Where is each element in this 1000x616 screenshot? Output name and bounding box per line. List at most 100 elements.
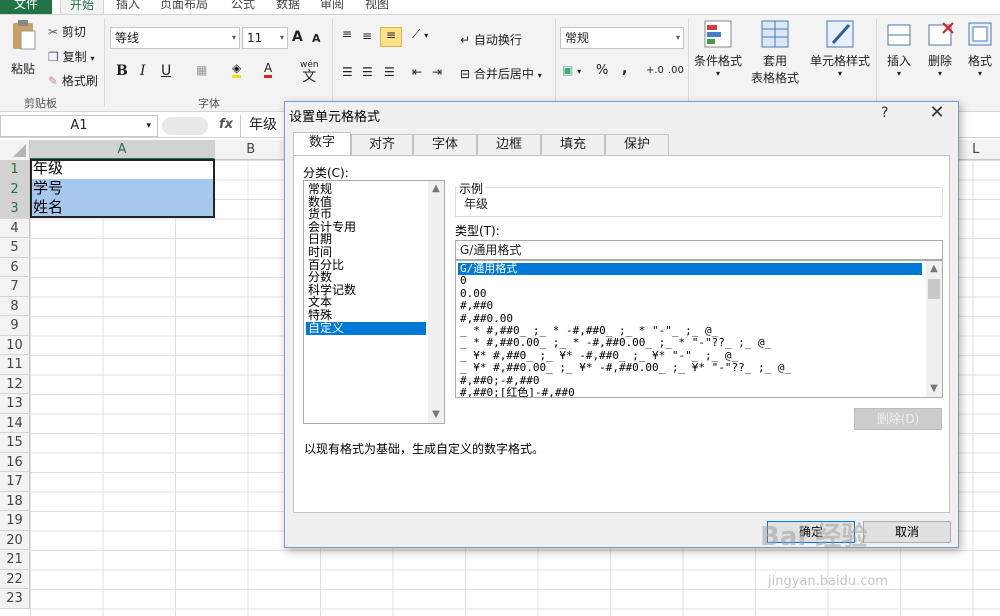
- row-header-7[interactable]: 7: [0, 277, 30, 297]
- type-scrollbar[interactable]: ▲ ▼: [926, 261, 942, 397]
- grow-font-button[interactable]: A: [292, 29, 303, 45]
- scroll-up-icon[interactable]: ▲: [926, 261, 942, 277]
- cell-styles-button[interactable]: 单元格样式 ▾: [806, 19, 874, 78]
- row-header-16[interactable]: 16: [0, 452, 30, 472]
- tab-alignment[interactable]: 对齐: [351, 134, 413, 156]
- tab-home[interactable]: 开始: [60, 0, 104, 14]
- bold-button[interactable]: B: [116, 63, 128, 79]
- select-all-corner[interactable]: [0, 140, 30, 160]
- help-button[interactable]: ?: [881, 105, 888, 121]
- tab-border[interactable]: 边框: [477, 134, 541, 156]
- border-button[interactable]: ▦: [196, 63, 207, 77]
- type-item[interactable]: #,##0;[红色]-#,##0: [458, 386, 922, 397]
- row-header-10[interactable]: 10: [0, 335, 30, 355]
- paste-button[interactable]: 粘贴: [6, 19, 40, 89]
- tab-font[interactable]: 字体: [413, 134, 477, 156]
- percent-button[interactable]: %: [596, 63, 608, 78]
- decrease-decimal-button[interactable]: .00: [668, 65, 684, 76]
- row-header-12[interactable]: 12: [0, 374, 30, 394]
- conditional-format-button[interactable]: 条件格式 ▾: [692, 19, 744, 78]
- format-cells-button[interactable]: 格式 ▾: [962, 19, 998, 78]
- type-item[interactable]: _ * #,##0.00_ ;_ * -#,##0.00_ ;_ * "-"??…: [458, 336, 922, 349]
- format-painter-button[interactable]: ✎ 格式刷: [48, 72, 98, 89]
- row-header-21[interactable]: 21: [0, 550, 30, 570]
- comma-button[interactable]: ,: [622, 61, 627, 77]
- row-header-23[interactable]: 23: [0, 589, 30, 609]
- font-color-button[interactable]: A: [264, 61, 273, 78]
- row-header-2[interactable]: 2: [0, 179, 30, 199]
- tab-protection[interactable]: 保护: [605, 134, 669, 156]
- merge-center-button[interactable]: ⊟ 合并后居中 ▾: [460, 65, 542, 82]
- type-item[interactable]: #,##0: [458, 299, 922, 312]
- scroll-down-icon[interactable]: ▼: [428, 407, 444, 423]
- wrap-text-button[interactable]: ↵ 自动换行: [460, 31, 522, 48]
- row-header-5[interactable]: 5: [0, 238, 30, 258]
- close-button[interactable]: ✕: [925, 102, 949, 123]
- type-item[interactable]: G/通用格式: [458, 262, 922, 276]
- align-middle-button[interactable]: ≡: [362, 29, 372, 43]
- row-header-15[interactable]: 15: [0, 433, 30, 453]
- tab-formulas[interactable]: 公式: [231, 0, 255, 14]
- category-scrollbar[interactable]: ▲ ▼: [428, 181, 444, 423]
- row-header-1[interactable]: 1: [0, 160, 30, 180]
- align-top-button[interactable]: ≡: [342, 27, 352, 41]
- increase-indent-button[interactable]: ⇥: [432, 65, 442, 79]
- type-item[interactable]: 0: [458, 274, 922, 287]
- name-box[interactable]: A1 ▾: [0, 115, 158, 137]
- row-header-13[interactable]: 13: [0, 394, 30, 414]
- delete-cells-button[interactable]: 删除 ▾: [922, 19, 958, 78]
- row-header-4[interactable]: 4: [0, 218, 30, 238]
- tab-fill[interactable]: 填充: [541, 134, 605, 156]
- orientation-button[interactable]: ⟋ ▾: [412, 27, 428, 42]
- row-header-8[interactable]: 8: [0, 296, 30, 316]
- row-header-18[interactable]: 18: [0, 491, 30, 511]
- row-header-20[interactable]: 20: [0, 530, 30, 550]
- font-name-select[interactable]: 等线 ▾: [110, 27, 240, 49]
- type-input[interactable]: G/通用格式: [455, 240, 943, 260]
- shrink-font-button[interactable]: A: [312, 32, 321, 45]
- accounting-format-button[interactable]: ▣ ▾: [562, 63, 581, 77]
- font-size-select[interactable]: 11 ▾: [242, 27, 288, 49]
- type-item[interactable]: 0.00: [458, 287, 922, 300]
- align-left-button[interactable]: ☰: [342, 65, 353, 79]
- align-right-button[interactable]: ☰: [384, 65, 395, 79]
- scroll-up-icon[interactable]: ▲: [428, 181, 444, 197]
- italic-button[interactable]: I: [140, 63, 146, 79]
- type-item[interactable]: _ ¥* #,##0.00_ ;_ ¥* -#,##0.00_ ;_ ¥* "-…: [458, 361, 922, 374]
- number-format-select[interactable]: 常规 ▾: [560, 27, 684, 49]
- tab-data[interactable]: 数据: [276, 0, 300, 14]
- row-header-11[interactable]: 11: [0, 355, 30, 375]
- column-header-b[interactable]: B: [215, 140, 288, 160]
- category-list[interactable]: ▲ ▼ 常规 数值 货币 会计专用 日期 时间 百分比 分数 科学记数 文本 特殊 自定义: [303, 180, 445, 424]
- row-header-22[interactable]: 22: [0, 569, 30, 589]
- cut-button[interactable]: ✂ 剪切: [48, 23, 86, 40]
- tab-number[interactable]: 数字: [293, 132, 351, 156]
- increase-decimal-button[interactable]: +.0: [646, 65, 664, 76]
- category-item[interactable]: 自定义: [306, 321, 426, 335]
- row-header-6[interactable]: 6: [0, 257, 30, 277]
- scroll-down-icon[interactable]: ▼: [926, 381, 942, 397]
- row-header-19[interactable]: 19: [0, 511, 30, 531]
- format-as-table-button[interactable]: 套用 表格格式: [744, 19, 806, 86]
- phonetic-button[interactable]: wén 文: [300, 57, 319, 84]
- tab-review[interactable]: 审阅: [320, 0, 344, 14]
- tab-page-layout[interactable]: 页面布局: [160, 0, 208, 14]
- fill-color-button[interactable]: ◈: [232, 61, 242, 78]
- type-list[interactable]: ▲ ▼ G/通用格式 0 0.00 #,##0 #,##0.00 _ * #,##0_ ;…: [455, 260, 943, 398]
- row-header-9[interactable]: 9: [0, 316, 30, 336]
- row-header-17[interactable]: 17: [0, 472, 30, 492]
- scroll-thumb[interactable]: [928, 279, 940, 299]
- column-header-a[interactable]: A: [30, 140, 215, 160]
- insert-function-button[interactable]: fx: [219, 117, 233, 132]
- tab-file[interactable]: 文件: [0, 0, 52, 14]
- underline-button[interactable]: U: [161, 63, 171, 79]
- align-center-button[interactable]: ☰: [362, 65, 373, 79]
- row-header-3[interactable]: 3: [0, 199, 30, 219]
- tab-view[interactable]: 视图: [365, 0, 389, 14]
- tab-insert[interactable]: 插入: [116, 0, 140, 14]
- decrease-indent-button[interactable]: ⇤: [412, 65, 422, 79]
- cancel-button[interactable]: 取消: [863, 521, 951, 543]
- row-header-14[interactable]: 14: [0, 413, 30, 433]
- align-bottom-button[interactable]: ≡: [380, 27, 402, 47]
- copy-button[interactable]: ❐ 复制 ▾: [48, 48, 94, 65]
